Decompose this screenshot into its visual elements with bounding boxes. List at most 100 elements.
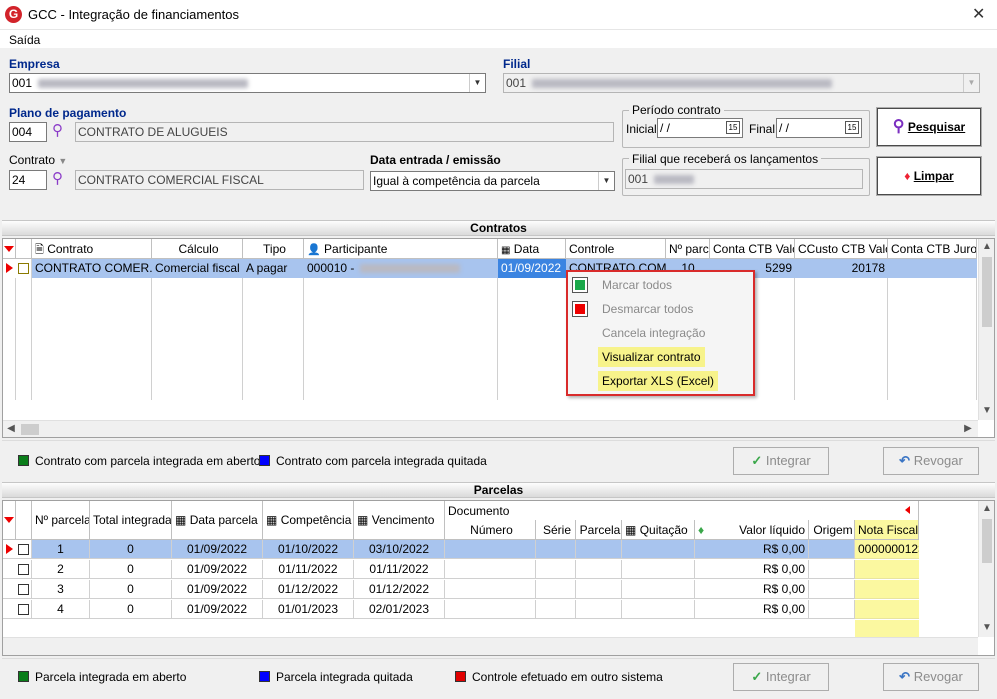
grid-line [15,259,16,400]
chevron-down-icon[interactable]: ▼ [598,172,614,190]
table-cell [576,540,622,559]
col-quitacao[interactable]: ▦ Quitação [622,520,695,540]
menu-item-visualizar-contrato[interactable]: Visualizar contrato [598,347,705,367]
row-checkbox[interactable] [18,584,29,595]
table-cell [576,580,622,599]
window-title: GCC - Integração de financiamentos [28,7,239,22]
data-entrada-select[interactable]: Igual à competência da parcela ▼ [370,171,615,191]
pesquisar-button[interactable]: ⚲ Pesquisar [877,108,981,146]
legend-label: Contrato com parcela integrada em aberto [35,454,261,468]
revogar-button[interactable]: ↶ Revogar [883,447,979,475]
col-ccusto-valor[interactable]: CCusto CTB Valor [795,239,888,259]
periodo-inicial-input[interactable]: / / 15 [657,118,743,138]
table-cell [622,540,695,559]
row-check-cell[interactable] [16,600,32,619]
table-cell [809,560,855,579]
parcelas-hscroll[interactable] [3,637,978,655]
cell-nota-fiscal[interactable] [855,560,919,579]
row-checkbox[interactable] [18,263,29,274]
grid-line [151,259,152,400]
row-check-cell[interactable] [16,259,31,278]
col-nparc[interactable]: Nº parc [666,239,710,259]
col-origem[interactable]: Origem [809,520,855,540]
col-vencimento[interactable]: ▦ Vencimento [354,501,445,540]
col-serie[interactable]: Série [536,520,576,540]
table-cell: 3 [32,580,90,599]
collapse-icon[interactable] [905,506,910,514]
col-valor-liquido[interactable]: ♦ Valor líquido [695,520,809,540]
grid-line [497,259,498,400]
cell-nota-fiscal[interactable] [855,600,919,619]
col-nparcela[interactable]: Nº parcela [32,501,90,540]
integrar-button[interactable]: ✓ Integrar [733,663,829,691]
sort-down-icon[interactable] [4,517,14,523]
col-competencia[interactable]: ▦ Competência [263,501,354,540]
search-icon[interactable]: ⚲ [52,121,63,141]
legend-label: Parcela integrada em aberto [35,670,187,684]
periodo-final-input[interactable]: / / 15 [776,118,862,138]
legend-blue-icon [259,455,270,466]
legend-red-icon [455,671,466,682]
empresa-select[interactable]: 001 ▼ [9,73,486,93]
scroll-thumb[interactable] [982,257,992,327]
chevron-down-icon[interactable]: ▼ [469,74,485,92]
filial-receb-label: Filial que receberá os lançamentos [629,152,822,166]
row-indicator-header[interactable] [3,239,16,259]
menu-item-saida[interactable]: Saída [9,33,40,47]
cell-tipo: A pagar [246,261,288,275]
integrar-button[interactable]: ✓ Integrar [733,447,829,475]
scroll-thumb[interactable] [982,519,992,563]
scroll-up-icon[interactable]: ▲ [979,503,995,514]
row-indicator [3,259,16,278]
table-cell: 01/11/2022 [354,560,445,579]
row-indicator-header[interactable] [3,501,16,540]
row-check-cell[interactable] [16,540,32,559]
row-checkbox[interactable] [18,604,29,615]
scroll-thumb[interactable] [21,424,39,435]
scroll-down-icon[interactable]: ▼ [979,622,995,633]
calendar-icon[interactable]: 15 [726,121,740,134]
row-checkbox[interactable] [18,544,29,555]
col-total-integradas[interactable]: Total integradas [90,501,172,540]
cell-nota-fiscal[interactable]: 0000000123 [855,540,919,559]
col-controle[interactable]: Controle [566,239,666,259]
col-contrato[interactable]: 🗎 Contrato [32,239,152,259]
menu-item-exportar-xls[interactable]: Exportar XLS (Excel) [598,371,719,391]
col-conta-juros[interactable]: Conta CTB Juros C [888,239,977,259]
scroll-left-icon[interactable]: ◀ [3,423,19,434]
scroll-down-icon[interactable]: ▼ [979,405,995,416]
contratos-vscroll[interactable]: ▲ ▼ [978,239,994,420]
table-cell [809,540,855,559]
plano-code-input[interactable]: 004 [9,122,47,142]
scroll-right-icon[interactable]: ▶ [960,423,976,434]
col-tipo[interactable]: Tipo [243,239,304,259]
col-conta-valor[interactable]: Conta CTB Valor [710,239,795,259]
revogar-button[interactable]: ↶ Revogar [883,663,979,691]
col-parcela[interactable]: Parcela [576,520,622,540]
chevron-down-icon[interactable]: ▼ [963,74,979,92]
row-check-cell[interactable] [16,560,32,579]
close-icon[interactable]: ✕ [972,4,985,24]
empresa-label: Empresa [9,57,60,71]
col-data[interactable]: ▦ Data [498,239,566,259]
col-data-parcela[interactable]: ▦ Data parcela [172,501,263,540]
contrato-code-input[interactable]: 24 [9,170,47,190]
filial-select[interactable]: 001 ▼ [503,73,980,93]
col-participante[interactable]: 👤 Participante [304,239,498,259]
menu-item-marcar-todos[interactable]: Marcar todos [598,275,676,295]
scroll-up-icon[interactable]: ▲ [979,241,995,252]
menu-item-cancela-integracao[interactable]: Cancela integração [598,323,709,343]
col-numero[interactable]: Número [445,520,536,540]
parcelas-vscroll[interactable]: ▲ ▼ [978,501,994,637]
row-checkbox[interactable] [18,564,29,575]
limpar-button[interactable]: ♦ Limpar [877,157,981,195]
col-nota-fiscal[interactable]: Nota Fiscal [855,520,919,540]
sort-down-icon[interactable] [4,246,14,252]
col-calculo[interactable]: Cálculo [152,239,243,259]
menu-item-desmarcar-todos[interactable]: Desmarcar todos [598,299,697,319]
calendar-icon[interactable]: 15 [845,121,859,134]
contratos-hscroll[interactable]: ◀ ▶ [3,420,978,437]
row-check-cell[interactable] [16,580,32,599]
search-icon[interactable]: ⚲ [52,169,63,189]
cell-nota-fiscal[interactable] [855,580,919,599]
